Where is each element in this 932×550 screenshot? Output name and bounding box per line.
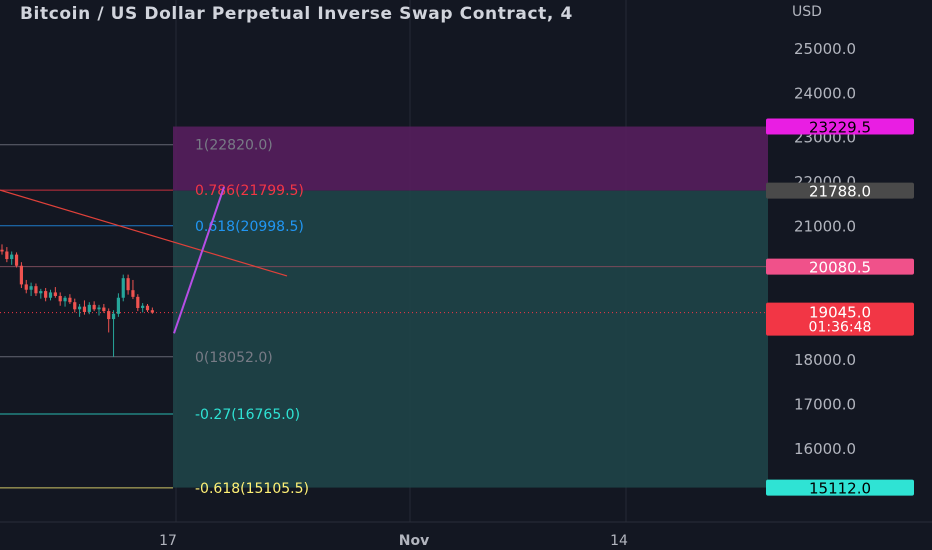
bar-countdown-label: 01:36:48 [809, 320, 872, 336]
chart-root[interactable]: 1(22820.0) 0.786(21799.5) 0.618(20998.5) 0(… [0, 0, 932, 550]
candle-body [97, 307, 101, 310]
candle-body [24, 284, 28, 290]
candle-body [136, 296, 140, 308]
price-badge-label: 15112.0 [809, 480, 871, 498]
price-badge-label: 21788.0 [809, 183, 871, 201]
candle-body [150, 310, 154, 313]
candle-body [111, 313, 116, 320]
profit-zone [173, 126, 768, 191]
candle-body [0, 249, 4, 252]
candle-body [58, 295, 62, 302]
fib-label: 1(22820.0) [195, 138, 273, 154]
candle-body [116, 297, 120, 314]
candle-body [78, 306, 82, 310]
candle-body [39, 291, 43, 294]
candle-body [48, 292, 53, 298]
risk-zone [173, 190, 768, 488]
candle-body [53, 292, 57, 296]
candle-body [121, 278, 125, 298]
candle-body [126, 278, 130, 291]
price-badge-label: 20080.5 [809, 259, 871, 277]
y-tick-label: 17000.0 [794, 396, 856, 414]
y-tick-label: 24000.0 [794, 84, 856, 102]
candle-body [92, 304, 96, 310]
candle-body [131, 290, 135, 297]
y-tick-label: 21000.0 [794, 218, 856, 236]
candle-body [19, 265, 23, 285]
candle-body [145, 305, 150, 311]
candle-body [5, 251, 9, 260]
candle-body [34, 286, 38, 294]
y-tick-label: 25000.0 [794, 40, 856, 58]
candle-body [107, 311, 111, 320]
candle-body [10, 254, 14, 260]
candle-body [29, 286, 33, 290]
chart-title: Bitcoin / US Dollar Perpetual Inverse Sw… [20, 4, 573, 24]
price-chart[interactable]: 1(22820.0)0.786(21799.5)0.618(20998.5)0(… [0, 0, 932, 550]
candle-body [141, 305, 145, 308]
y-tick-label: 16000.0 [794, 440, 856, 458]
candle-body [14, 254, 19, 266]
candle-body [44, 291, 48, 298]
fib-label: 0.786(21799.5) [195, 183, 304, 199]
y-tick-label: 18000.0 [794, 351, 856, 369]
price-badge-label: 23229.5 [809, 119, 871, 137]
candle-body [63, 297, 67, 302]
currency-label: USD [792, 4, 822, 20]
candle-body [68, 297, 72, 303]
x-tick-label: Nov [399, 533, 429, 549]
candle-body [82, 306, 87, 312]
candle-body [102, 307, 106, 312]
x-tick-label: 17 [159, 533, 177, 549]
candle-body [87, 304, 91, 312]
x-tick-label: 14 [610, 533, 628, 549]
fib-label: 0(18052.0) [195, 350, 273, 366]
candle-body [73, 302, 77, 310]
fib-label: -0.27(16765.0) [195, 407, 300, 423]
fib-label: -0.618(15105.5) [195, 481, 309, 497]
